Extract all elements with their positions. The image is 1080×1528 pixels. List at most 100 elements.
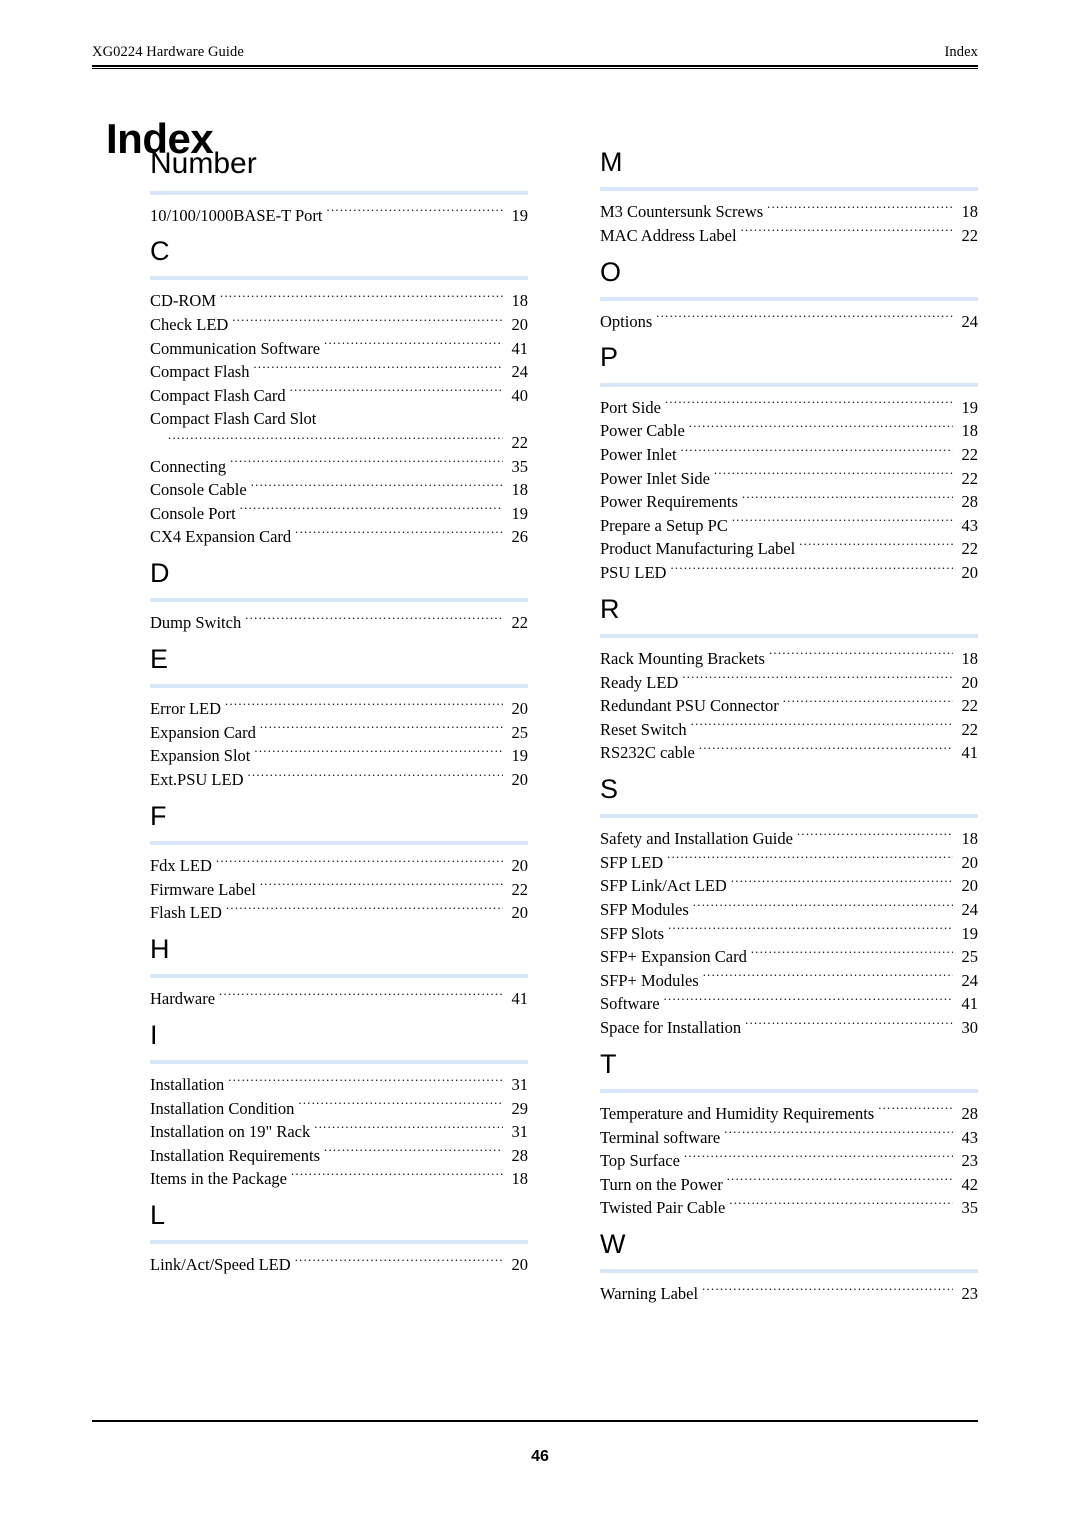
index-entry[interactable]: Ext.PSU LED 20 [150,768,528,792]
index-entry-label: Terminal software [600,1127,721,1147]
index-section-h: H Hardware 41 [150,933,528,1011]
index-entry[interactable]: Redundant PSU Connector 22 [600,694,978,718]
index-entry[interactable]: Options 24 [600,310,978,334]
index-entry[interactable]: Port Side 19 [600,396,978,420]
dot-leader [251,479,503,496]
index-entry-page: 18 [961,648,979,668]
dot-leader [664,993,953,1010]
index-entry-page: 28 [511,1145,529,1165]
index-entry[interactable]: Installation 31 [150,1073,528,1097]
index-entry-label: Twisted Pair Cable [600,1198,726,1218]
index-entry[interactable]: Rack Mounting Brackets 18 [600,647,978,671]
index-entry-page: 20 [961,852,979,872]
index-entry[interactable]: Space for Installation 30 [600,1016,978,1040]
index-entry[interactable]: Reset Switch 22 [600,718,978,742]
index-entry[interactable]: Flash LED 20 [150,901,528,925]
index-entry[interactable]: Product Manufacturing Label 22 [600,537,978,561]
index-entry-page: 18 [511,291,529,311]
index-entry[interactable]: Temperature and Humidity Requirements 28 [600,1102,978,1126]
index-entry[interactable]: Error LED 20 [150,697,528,721]
index-entry-label: Prepare a Setup PC [600,515,728,535]
index-entry[interactable]: SFP Modules 24 [600,898,978,922]
index-entry[interactable]: Expansion Slot 19 [150,744,528,768]
index-entry[interactable]: CX4 Expansion Card 26 [150,525,528,549]
index-entry[interactable]: Ready LED 20 [600,671,978,695]
index-entry[interactable]: Power Inlet 22 [600,443,978,467]
index-entry[interactable]: Dump Switch 22 [150,611,528,635]
dot-leader [245,612,503,629]
index-entry-label: Compact Flash [150,362,250,382]
index-entry[interactable]: SFP+ Expansion Card 25 [600,945,978,969]
index-section-w: W Warning Label 23 [600,1230,978,1306]
index-entry[interactable]: Safety and Installation Guide 18 [600,827,978,851]
index-entry[interactable]: Link/Act/Speed LED 20 [150,1253,528,1277]
index-section-m: MM3 Countersunk Screws18MAC Address Labe… [600,148,978,248]
index-entry[interactable]: Power Requirements 28 [600,490,978,514]
dot-leader [691,718,953,735]
index-entry-label: PSU LED [600,562,667,582]
index-entry[interactable]: Installation Condition 29 [150,1097,528,1121]
index-entry[interactable]: Communication Software 41 [150,337,528,361]
index-entry[interactable]: Power Cable 18 [600,419,978,443]
index-entry[interactable]: Installation Requirements 28 [150,1144,528,1168]
index-entry[interactable]: SFP Link/Act LED 20 [600,874,978,898]
index-entry-page: 20 [511,903,529,923]
index-entry-label: Installation [150,1075,225,1095]
index-entry[interactable]: MAC Address Label 22 [600,224,978,248]
index-entry[interactable]: Terminal software 43 [600,1126,978,1150]
index-section-rule [150,190,528,195]
running-header-left: XG0224 Hardware Guide [92,44,244,60]
index-entry[interactable]: Check LED 20 [150,313,528,337]
index-entry-label: Expansion Card [150,722,256,742]
index-entry[interactable]: Hardware 41 [150,987,528,1011]
index-entry-page: 22 [961,696,979,716]
index-entry[interactable]: Firmware Label 22 [150,878,528,902]
index-entry[interactable]: Twisted Pair Cable 35 [600,1196,978,1220]
index-entry-label: SFP LED [600,852,664,872]
index-entry[interactable]: Software 41 [600,992,978,1016]
index-entry[interactable]: Turn on the Power 42 [600,1173,978,1197]
dot-leader [260,721,503,738]
index-entry[interactable]: Expansion Card 25 [150,721,528,745]
dot-leader [741,224,953,241]
index-entry[interactable]: PSU LED 20 [600,561,978,585]
index-entry-label: SFP+ Expansion Card [600,947,747,967]
index-entry[interactable]: Fdx LED 20 [150,854,528,878]
index-entry-label: Installation on 19" Rack [150,1122,311,1142]
index-section-heading: D [150,557,170,588]
index-entry-page: 19 [511,205,529,225]
index-entry-label: Items in the Package [150,1169,287,1189]
index-entry-page: 22 [961,468,979,488]
index-entry[interactable]: CD-ROM 18 [150,289,528,313]
index-entry[interactable]: 10/100/1000BASE-T Port 19 [150,204,528,228]
index-section-o: O Options 24 [600,257,978,334]
index-entry-label: Expansion Slot [150,746,251,766]
index-entry[interactable]: Power Inlet Side 22 [600,467,978,491]
index-entry[interactable]: Console Port 19 [150,502,528,526]
index-entry-label: MAC Address Label [600,225,737,245]
dot-leader [230,455,503,472]
index-entry[interactable]: Top Surface 23 [600,1149,978,1173]
index-entry[interactable]: Compact Flash Card Slot 22 [150,407,528,454]
index-entry[interactable]: Installation on 19" Rack 31 [150,1120,528,1144]
index-entry[interactable]: SFP Slots 19 [600,922,978,946]
index-entry-page: 22 [961,539,979,559]
running-header: XG0224 Hardware Guide Index [92,44,978,61]
index-entry[interactable]: Prepare a Setup PC 43 [600,514,978,538]
index-entry[interactable]: Compact Flash 24 [150,360,528,384]
index-section-heading: H [150,933,170,964]
index-entry[interactable]: Warning Label 23 [600,1282,978,1306]
index-entry[interactable]: M3 Countersunk Screws 18 [600,200,978,224]
index-entry[interactable]: RS232C cable 41 [600,741,978,765]
dot-leader [295,1254,503,1271]
index-entry[interactable]: Compact Flash Card 40 [150,384,528,408]
dot-leader [742,491,953,508]
index-entry-label: SFP+ Modules [600,970,699,990]
index-entry[interactable]: SFP+ Modules 24 [600,969,978,993]
index-entry[interactable]: Connecting 35 [150,455,528,479]
index-entry-page: 35 [961,1198,979,1218]
index-entry[interactable]: SFP LED 20 [600,851,978,875]
index-entry[interactable]: Console Cable 18 [150,478,528,502]
index-entry-label: Fdx LED [150,855,212,875]
index-entry[interactable]: Items in the Package 18 [150,1167,528,1191]
